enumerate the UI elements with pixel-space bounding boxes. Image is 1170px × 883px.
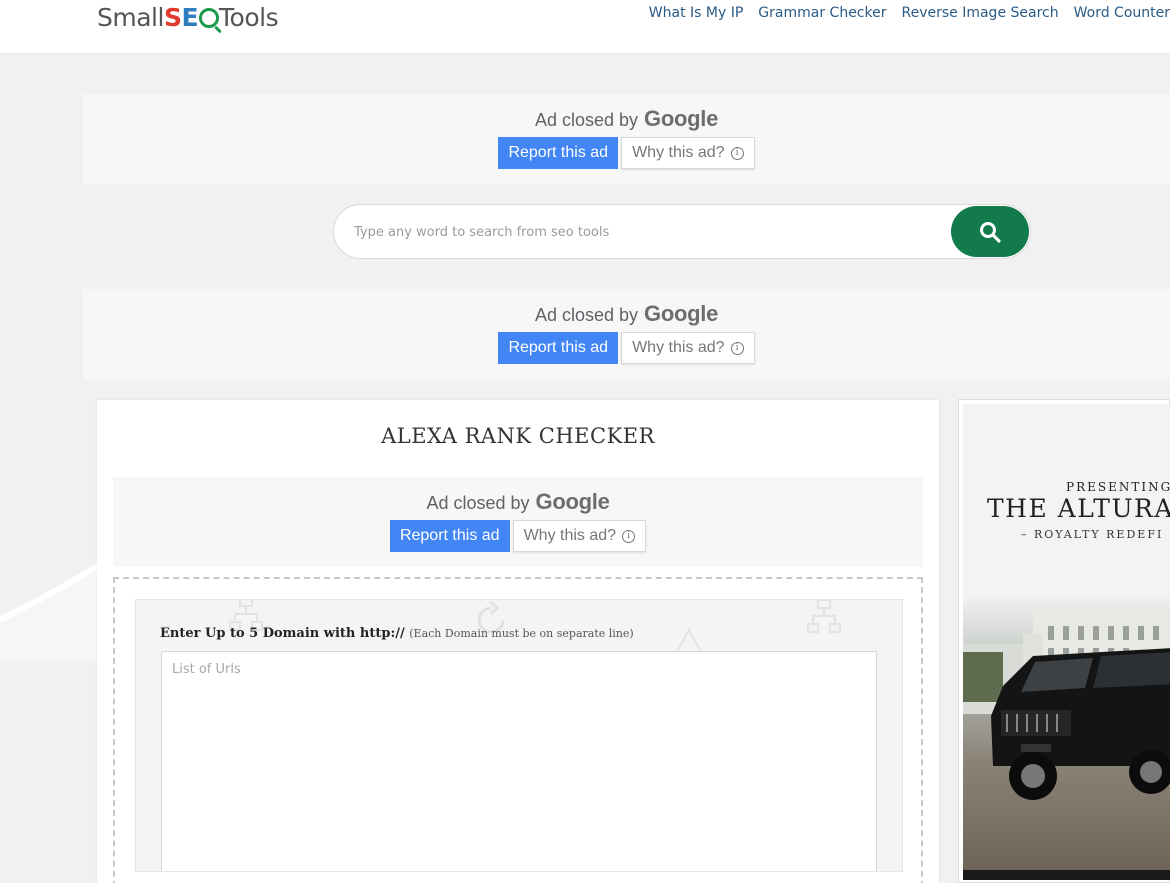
- why-this-ad-button[interactable]: Why this ad? i: [621, 137, 755, 169]
- domain-input-label: Enter Up to 5 Domain with http:// (Each …: [160, 626, 634, 641]
- ad-headline: THE ALTURA: [987, 494, 1170, 523]
- magnifier-icon: [199, 7, 220, 28]
- logo-seo-e: E: [181, 3, 199, 32]
- info-icon: i: [730, 341, 744, 355]
- google-logo-text: Google: [535, 489, 610, 514]
- ad-tagline: – ROYALTY REDEFI: [1021, 528, 1164, 541]
- page-title: ALEXA RANK CHECKER: [381, 424, 655, 448]
- logo-seo-s: S: [163, 3, 182, 32]
- info-icon: i: [622, 529, 636, 543]
- ad-closed-label: Ad closed by: [534, 110, 639, 130]
- report-ad-button[interactable]: Report this ad: [389, 520, 510, 552]
- nav-what-is-my-ip[interactable]: What Is My IP: [649, 5, 744, 21]
- tool-input-area: Enter Up to 5 Domain with http:// (Each …: [113, 577, 923, 883]
- search-input[interactable]: [354, 219, 944, 245]
- logo-text-tools: Tools: [219, 3, 279, 32]
- logo-text-small: Small: [97, 3, 164, 32]
- nav-grammar-checker[interactable]: Grammar Checker: [758, 5, 886, 21]
- tool-input-panel: Enter Up to 5 Domain with http:// (Each …: [135, 599, 903, 872]
- domain-input-label-main: Enter Up to 5 Domain with http://: [160, 626, 405, 641]
- ad-closed-label: Ad closed by: [426, 493, 530, 513]
- nav-reverse-image-search[interactable]: Reverse Image Search: [901, 5, 1058, 21]
- ad-buttons: Report this ad Why this ad? i: [498, 137, 755, 169]
- why-this-ad-label: Why this ad?: [632, 339, 725, 356]
- site-header: Small S E Tools What Is My IP Grammar Ch…: [0, 0, 1170, 53]
- top-nav: What Is My IP Grammar Checker Reverse Im…: [634, 5, 1170, 21]
- report-ad-button[interactable]: Report this ad: [498, 332, 619, 364]
- ad-buttons: Report this ad Why this ad? i: [389, 520, 647, 552]
- domain-input-hint: (Each Domain must be on separate line): [409, 627, 634, 640]
- ad-buttons: Report this ad Why this ad? i: [498, 332, 755, 364]
- ad-closed-text: Ad closed by Google: [426, 489, 609, 515]
- why-this-ad-label: Why this ad?: [523, 527, 617, 544]
- side-ad-image: PRESENTING THE ALTURA – ROYALTY REDEFI: [963, 404, 1170, 880]
- search-icon: [980, 221, 1001, 243]
- google-logo-text: Google: [644, 301, 719, 326]
- ad-closed-text: Ad closed by Google: [535, 301, 718, 327]
- ad-closed-banner-top: Ad closed by Google Report this ad Why t…: [83, 94, 1170, 184]
- logo-seo: S E: [163, 3, 220, 32]
- site-logo[interactable]: Small S E Tools: [97, 3, 279, 32]
- ad-presenting-text: PRESENTING: [1066, 480, 1170, 494]
- ad-closed-banner-middle: Ad closed by Google Report this ad Why t…: [83, 289, 1170, 379]
- search-button[interactable]: [951, 206, 1029, 257]
- network-icon-decoration: [807, 600, 841, 633]
- info-icon: i: [730, 146, 744, 160]
- ad-closed-text: Ad closed by Google: [535, 106, 718, 132]
- side-advertisement[interactable]: PRESENTING THE ALTURA – ROYALTY REDEFI: [958, 399, 1170, 883]
- why-this-ad-button[interactable]: Why this ad? i: [621, 332, 755, 364]
- side-ad-bottom-bar: [963, 870, 1170, 880]
- nav-word-counter[interactable]: Word Counter: [1074, 5, 1170, 21]
- ad-closed-label: Ad closed by: [534, 305, 639, 325]
- suv-illustration: [991, 648, 1170, 800]
- tool-card: ALEXA RANK CHECKER Ad closed by Google R…: [97, 400, 939, 883]
- google-logo-text: Google: [644, 106, 719, 131]
- why-this-ad-button[interactable]: Why this ad? i: [512, 520, 647, 552]
- report-ad-button[interactable]: Report this ad: [498, 137, 619, 169]
- tool-search-bar: [333, 204, 1031, 259]
- why-this-ad-label: Why this ad?: [632, 144, 725, 161]
- ad-closed-banner-card: Ad closed by Google Report this ad Why t…: [113, 477, 923, 567]
- url-list-textarea[interactable]: [161, 651, 877, 871]
